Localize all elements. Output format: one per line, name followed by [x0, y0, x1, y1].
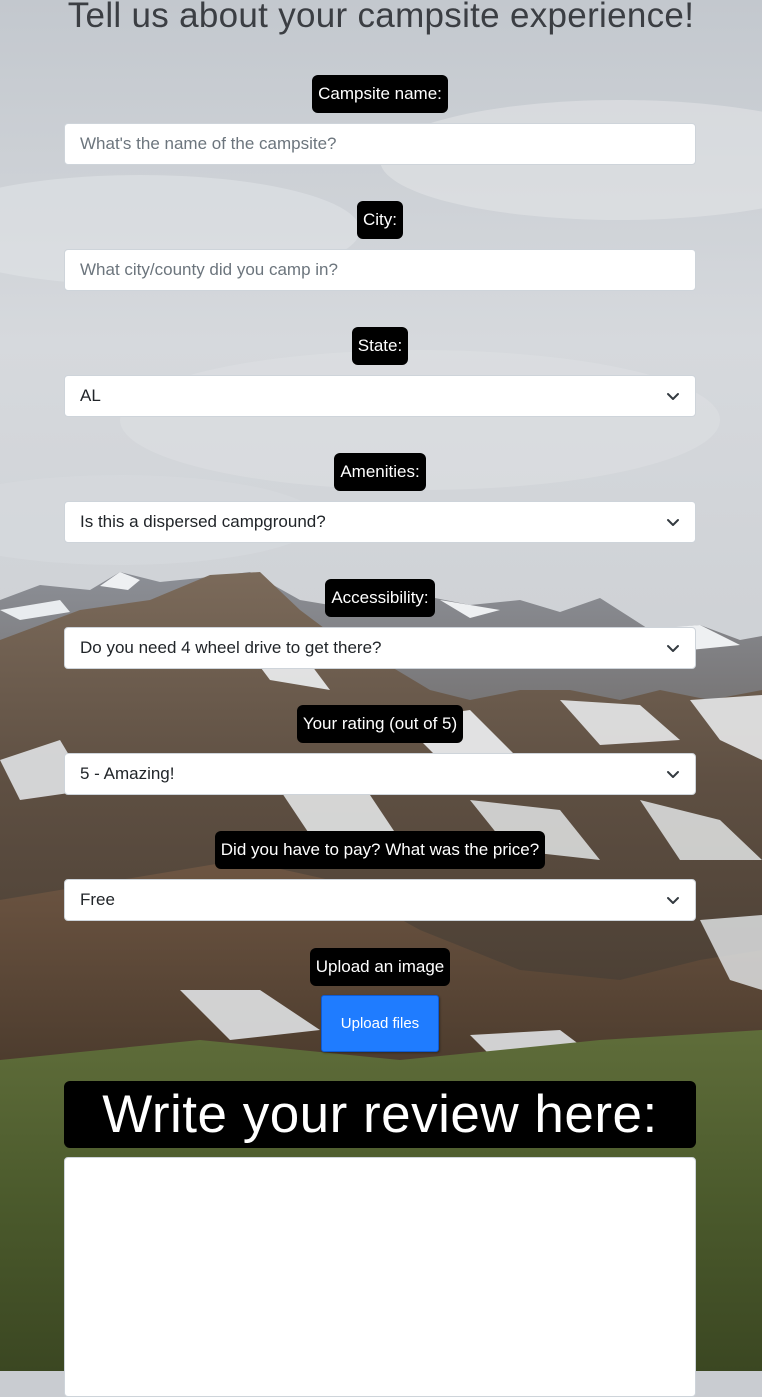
campsite-name-label: Campsite name:: [312, 75, 448, 113]
amenities-label: Amenities:: [334, 453, 426, 491]
city-label: City:: [357, 201, 403, 239]
price-selected-value: Free: [80, 890, 115, 909]
chevron-down-icon: [666, 389, 680, 403]
state-label-wrap: State:: [64, 327, 696, 367]
amenities-label-wrap: Amenities:: [64, 453, 696, 493]
price-select[interactable]: Free: [64, 879, 696, 921]
page-title: Tell us about your campsite experience!: [67, 0, 695, 35]
state-label: State:: [351, 327, 409, 365]
price-label-wrap: Did you have to pay? What was the price?: [64, 831, 696, 871]
rating-label-wrap: Your rating (out of 5): [64, 705, 696, 745]
accessibility-label: Accessibility:: [325, 579, 435, 617]
chevron-down-icon: [666, 767, 680, 781]
rating-selected-value: 5 - Amazing!: [80, 764, 175, 783]
accessibility-field: Accessibility: Do you need 4 wheel drive…: [64, 579, 696, 669]
accessibility-selected-value: Do you need 4 wheel drive to get there?: [80, 638, 382, 657]
upload-field: Upload an image Upload files: [64, 948, 696, 1052]
campsite-review-form: Tell us about your campsite experience! …: [0, 0, 762, 1397]
amenities-select[interactable]: Is this a dispersed campground?: [64, 501, 696, 543]
city-label-wrap: City:: [64, 201, 696, 241]
accessibility-label-wrap: Accessibility:: [64, 579, 696, 619]
upload-button-row: Upload files: [64, 986, 696, 1052]
campsite-name-field: Campsite name:: [64, 75, 696, 165]
chevron-down-icon: [666, 641, 680, 655]
price-label: Did you have to pay? What was the price?: [214, 831, 546, 869]
price-field: Did you have to pay? What was the price?…: [64, 831, 696, 921]
amenities-selected-value: Is this a dispersed campground?: [80, 512, 326, 531]
rating-select[interactable]: 5 - Amazing!: [64, 753, 696, 795]
rating-field: Your rating (out of 5) 5 - Amazing!: [64, 705, 696, 795]
campsite-name-input[interactable]: [64, 123, 696, 165]
campsite-name-label-wrap: Campsite name:: [64, 75, 696, 115]
upload-files-button[interactable]: Upload files: [321, 995, 439, 1052]
review-textarea[interactable]: [64, 1157, 696, 1397]
city-input[interactable]: [64, 249, 696, 291]
state-select[interactable]: AL: [64, 375, 696, 417]
city-field: City:: [64, 201, 696, 291]
upload-label: Upload an image: [309, 948, 451, 986]
amenities-field: Amenities: Is this a dispersed campgroun…: [64, 453, 696, 543]
accessibility-select[interactable]: Do you need 4 wheel drive to get there?: [64, 627, 696, 669]
state-field: State: AL: [64, 327, 696, 417]
chevron-down-icon: [666, 515, 680, 529]
review-heading: Write your review here:: [64, 1081, 696, 1148]
chevron-down-icon: [666, 893, 680, 907]
state-selected-value: AL: [80, 386, 101, 405]
rating-label: Your rating (out of 5): [296, 705, 464, 743]
